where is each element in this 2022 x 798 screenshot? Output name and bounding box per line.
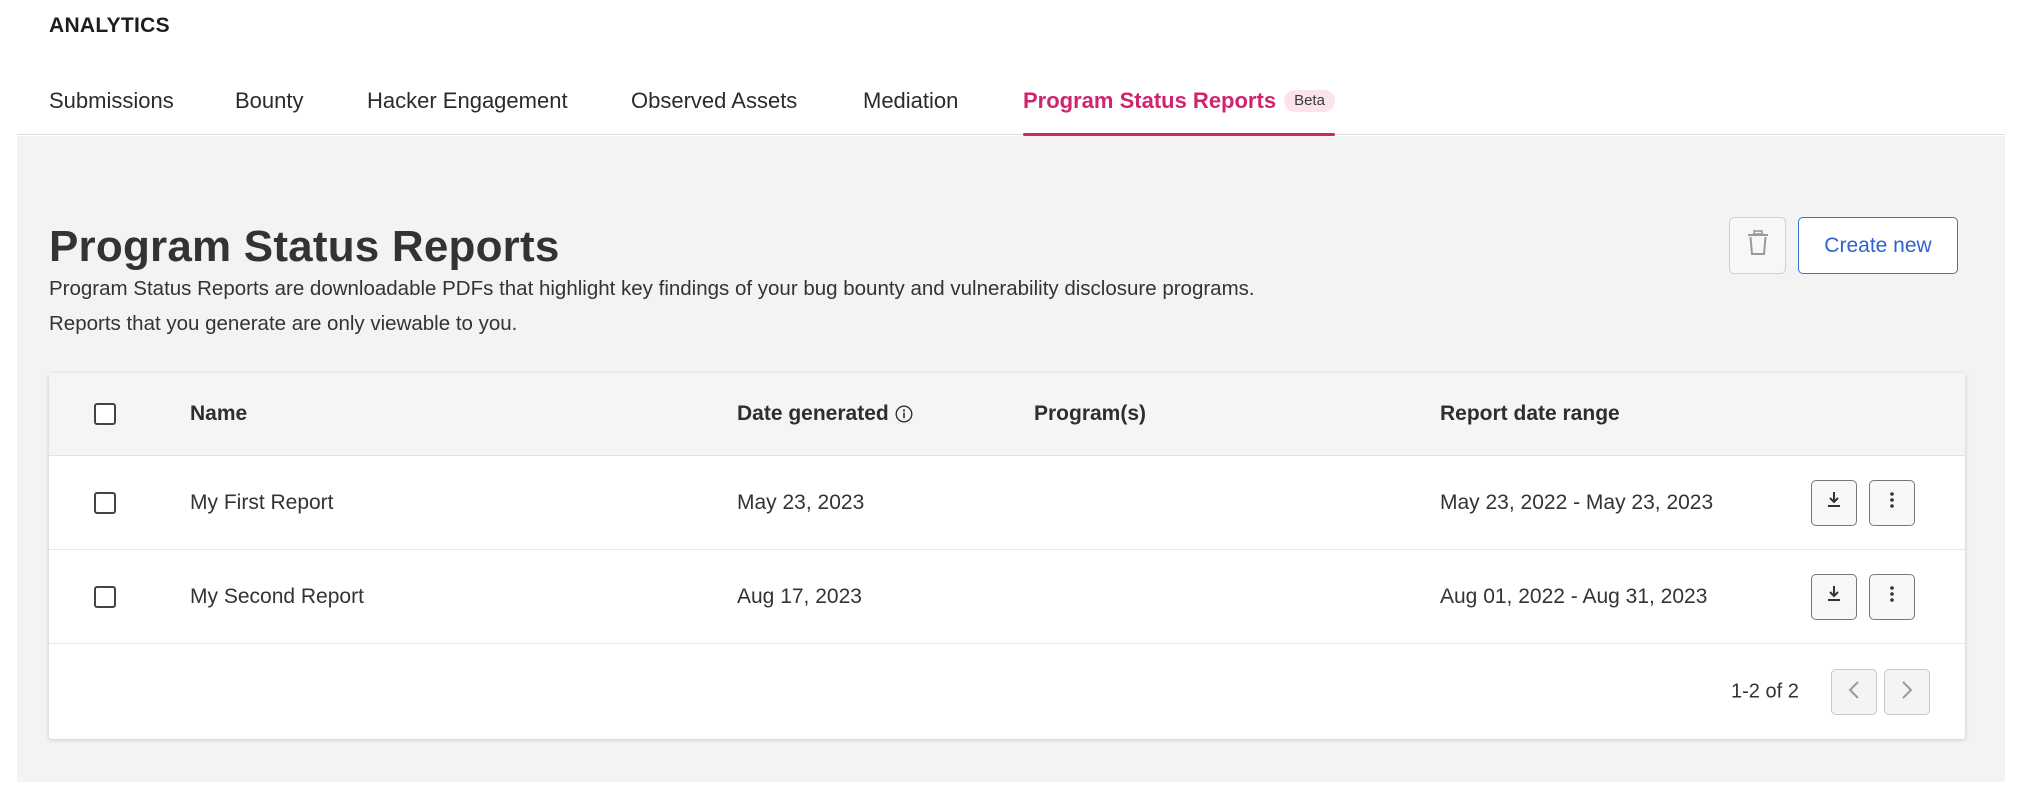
page-title: Program Status Reports [49, 222, 560, 271]
trash-icon [1747, 230, 1769, 261]
download-button[interactable] [1811, 479, 1857, 526]
report-date-generated: May 23, 2023 [737, 490, 865, 514]
delete-button[interactable] [1729, 217, 1786, 274]
more-vertical-icon [1889, 491, 1895, 514]
more-actions-button[interactable] [1869, 479, 1915, 526]
page-description: Program Status Reports are downloadable … [49, 277, 1255, 300]
tab-label: Mediation [863, 88, 959, 113]
tab-program-status-reports[interactable]: Program Status Reports Beta [1023, 84, 1335, 136]
table-row: My First Report May 23, 2023 May 23, 202… [49, 456, 1965, 550]
beta-badge: Beta [1284, 90, 1335, 112]
tab-submissions[interactable]: Submissions [49, 84, 174, 135]
create-new-button[interactable]: Create new [1798, 217, 1958, 274]
more-vertical-icon [1889, 585, 1895, 608]
page-description-note: Reports that you generate are only viewa… [49, 312, 518, 335]
row-checkbox[interactable] [94, 585, 116, 608]
tab-label: Observed Assets [631, 88, 798, 113]
table-row: My Second Report Aug 17, 2023 Aug 01, 20… [49, 550, 1965, 644]
column-header-report-date-range[interactable]: Report date range [1440, 402, 1620, 426]
report-date-range: May 23, 2022 - May 23, 2023 [1440, 490, 1714, 514]
info-icon[interactable] [895, 405, 913, 423]
select-all-checkbox[interactable] [94, 403, 116, 425]
tab-label: Submissions [49, 88, 174, 113]
next-page-button[interactable] [1884, 669, 1930, 715]
tab-label: Hacker Engagement [367, 88, 568, 113]
report-name: My First Report [190, 490, 334, 514]
column-header-name[interactable]: Name [190, 402, 247, 426]
tab-hacker-engagement[interactable]: Hacker Engagement [367, 84, 568, 135]
chevron-left-icon [1848, 680, 1860, 705]
tab-bounty[interactable]: Bounty [235, 84, 304, 135]
column-header-date-generated[interactable]: Date generated [737, 402, 913, 426]
chevron-right-icon [1901, 680, 1913, 705]
download-icon [1826, 585, 1842, 608]
tab-label: Program Status Reports [1023, 88, 1277, 113]
table-header: Name Date generated Program(s) Report da… [49, 373, 1965, 456]
pagination-count: 1-2 of 2 [1731, 680, 1799, 703]
row-checkbox[interactable] [94, 491, 116, 514]
tab-mediation[interactable]: Mediation [863, 84, 958, 135]
report-date-generated: Aug 17, 2023 [737, 584, 862, 608]
table-pagination: 1-2 of 2 [49, 645, 1965, 739]
previous-page-button[interactable] [1831, 669, 1877, 715]
column-header-programs[interactable]: Program(s) [1034, 402, 1146, 426]
tab-label: Bounty [235, 88, 304, 113]
more-actions-button[interactable] [1869, 573, 1915, 620]
download-button[interactable] [1811, 573, 1857, 620]
report-date-range: Aug 01, 2022 - Aug 31, 2023 [1440, 584, 1708, 608]
tab-observed-assets[interactable]: Observed Assets [631, 84, 797, 135]
download-icon [1826, 491, 1842, 514]
app-section-title: ANALYTICS [49, 14, 170, 37]
analytics-tabs: Submissions Bounty Hacker Engagement Obs… [17, 84, 2005, 136]
column-header-label: Date generated [737, 402, 889, 425]
main-content: Program Status Reports Program Status Re… [17, 136, 2005, 782]
report-name: My Second Report [190, 584, 364, 608]
reports-table: Name Date generated Program(s) Report da… [49, 373, 1965, 739]
